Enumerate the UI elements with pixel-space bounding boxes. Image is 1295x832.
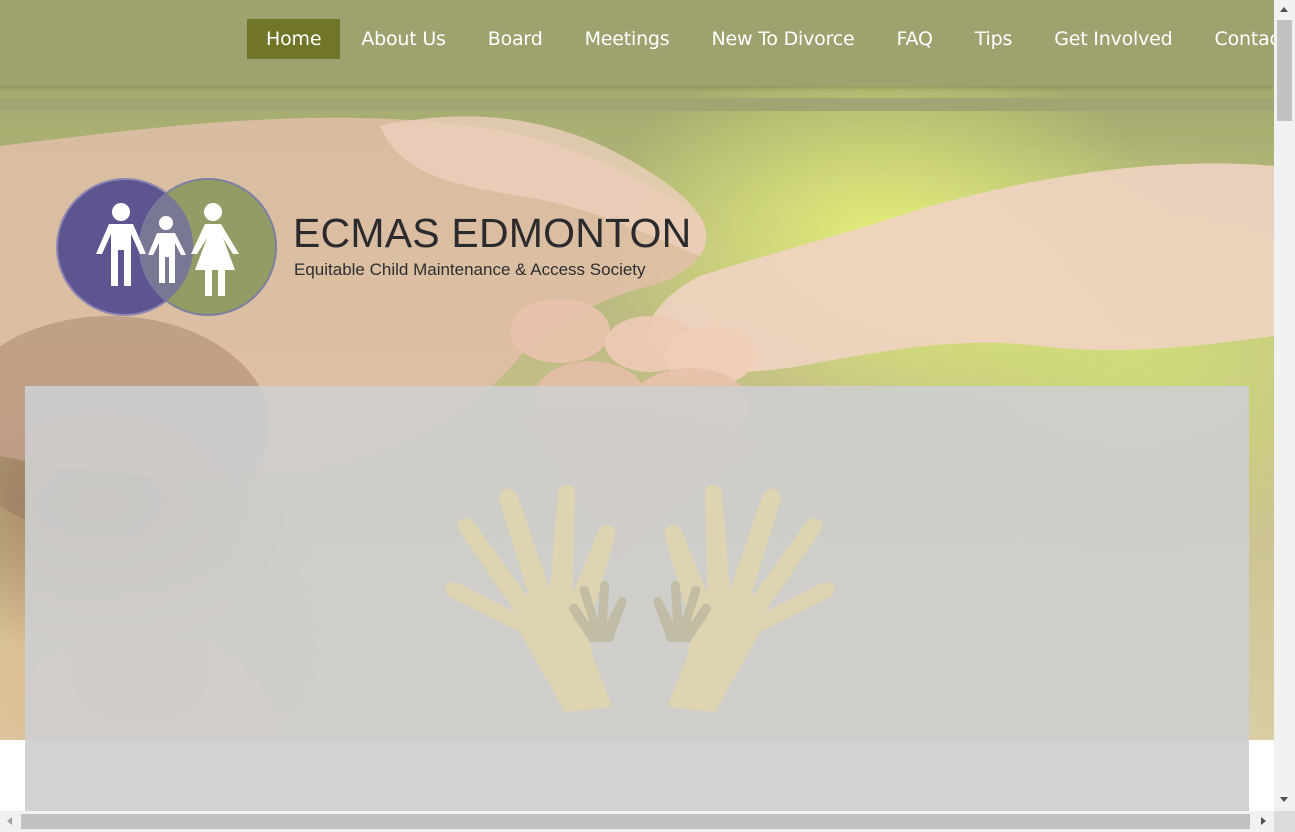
nav-item-about-us[interactable]: About Us [340, 19, 466, 59]
nav-item-home[interactable]: Home [247, 19, 341, 59]
nav-item-contact-us[interactable]: Contact Us [1194, 19, 1275, 59]
scroll-left-arrow-icon[interactable] [7, 817, 12, 825]
scroll-right-arrow-icon[interactable] [1261, 817, 1266, 825]
top-navigation-bar: Home About Us Board Meetings New To Divo… [0, 0, 1274, 86]
header-band [0, 98, 1274, 111]
nav-item-tips[interactable]: Tips [954, 19, 1033, 59]
brand-subtitle: Equitable Child Maintenance & Access Soc… [294, 260, 646, 279]
vertical-scroll-thumb[interactable] [1277, 20, 1292, 121]
scroll-down-arrow-icon[interactable] [1280, 797, 1288, 802]
adult-child-hands-icon [445, 485, 835, 712]
content-panel [25, 386, 1249, 811]
main-menu: Home About Us Board Meetings New To Divo… [247, 19, 1274, 59]
nav-item-get-involved[interactable]: Get Involved [1033, 19, 1193, 59]
scrollbar-corner [1274, 811, 1295, 832]
nav-item-new-to-divorce[interactable]: New To Divorce [690, 19, 875, 59]
horizontal-scrollbar[interactable] [0, 811, 1274, 832]
brand-title: ECMAS EDMONTON [293, 210, 692, 256]
site-logo[interactable]: ECMAS EDMONTON Equitable Child Maintenan… [55, 176, 755, 321]
nav-item-faq[interactable]: FAQ [876, 19, 954, 59]
nav-item-meetings[interactable]: Meetings [564, 19, 691, 59]
scroll-up-arrow-icon[interactable] [1280, 7, 1288, 12]
nav-item-board[interactable]: Board [467, 19, 564, 59]
horizontal-scroll-thumb[interactable] [21, 814, 1250, 829]
vertical-scrollbar[interactable] [1274, 0, 1295, 811]
family-circles-icon [56, 178, 277, 316]
browser-viewport: Home About Us Board Meetings New To Divo… [0, 0, 1274, 811]
